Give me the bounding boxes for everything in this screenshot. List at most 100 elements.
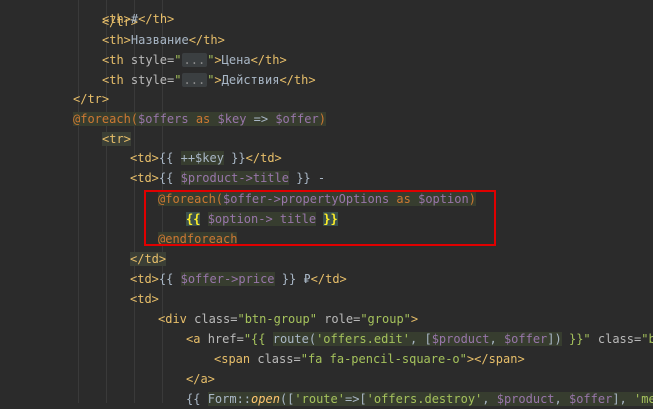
- code-token: Название: [130, 33, 189, 47]
- code-line[interactable]: <td>{{ ++$key }}</td>: [130, 148, 282, 168]
- code-token: <td>: [130, 171, 159, 185]
- code-token: "group": [360, 312, 411, 326]
- code-token: ([: [279, 392, 295, 406]
- code-token: $product: [496, 392, 555, 406]
- code-token: ): [318, 112, 326, 126]
- code-token: class=: [194, 312, 238, 326]
- code-token: </td>: [310, 272, 347, 286]
- code-line[interactable]: <th>#</th>: [102, 9, 174, 29]
- code-token: Form::: [207, 392, 252, 406]
- code-token: ₽: [296, 272, 311, 286]
- code-token: <td>: [130, 292, 159, 306]
- folded-code[interactable]: ...: [181, 53, 208, 67]
- code-token: <th: [102, 73, 131, 87]
- code-token: "{{: [243, 332, 273, 346]
- code-token: <th>: [102, 33, 131, 47]
- folded-code[interactable]: ...: [181, 73, 208, 87]
- code-editor[interactable]: </tr> <th>#</th> <th>Название</th> <th s…: [0, 0, 653, 406]
- code-token: <a: [186, 332, 208, 346]
- code-line[interactable]: </tr>: [73, 89, 109, 109]
- code-token: 'route': [294, 392, 345, 406]
- code-line[interactable]: <th style="... ">Действия</th>: [102, 70, 316, 90]
- code-line[interactable]: {{ Form::open(['route'=>['offers.destroy…: [186, 389, 653, 409]
- code-token: }}: [274, 272, 297, 286]
- code-token: }}": [561, 332, 591, 346]
- code-token: <th: [102, 53, 131, 67]
- code-token: class=: [257, 352, 301, 366]
- code-token: {{: [158, 151, 181, 165]
- code-line[interactable]: <td>{{ $offer->price }} ₽</td>: [130, 269, 347, 289]
- code-line[interactable]: <a href="{{ route('offers.edit', [$produ…: [186, 329, 653, 349]
- code-line[interactable]: <td>: [130, 289, 159, 309]
- code-line[interactable]: <td>{{ $product->title }} -: [130, 168, 325, 188]
- code-token: <tr>: [102, 132, 131, 146]
- code-token: $product->title: [180, 171, 289, 185]
- code-token: }}: [223, 151, 246, 165]
- code-token: >: [214, 53, 222, 67]
- code-line[interactable]: @foreach($offers as $key => $offer): [73, 109, 326, 129]
- code-token: class=: [590, 332, 642, 346]
- code-token: $offer->price: [180, 272, 275, 286]
- code-token: </td>: [130, 252, 167, 266]
- code-token: ,: [554, 392, 569, 406]
- code-token: 'meth: [634, 392, 653, 406]
- code-line[interactable]: <tr>: [102, 129, 131, 149]
- code-token: route(: [272, 332, 317, 346]
- code-token: <div: [158, 312, 195, 326]
- code-token: open: [251, 392, 280, 406]
- code-token: $offer: [503, 332, 548, 346]
- code-line[interactable]: <span class="fa fa-pencil-square-o"></sp…: [214, 349, 525, 369]
- code-token: style=: [130, 53, 175, 67]
- code-token: "btn: [641, 332, 653, 346]
- code-token: $key: [217, 112, 247, 126]
- code-token: </th>: [138, 12, 175, 26]
- code-token: ,: [489, 332, 504, 346]
- code-token: Цена: [221, 53, 251, 67]
- code-token: <span: [214, 352, 258, 366]
- code-line[interactable]: <div class="btn-group" role="group">: [158, 309, 418, 329]
- code-token: </th>: [188, 33, 225, 47]
- code-token: "btn-group": [237, 312, 317, 326]
- code-line[interactable]: </a>: [186, 369, 215, 389]
- code-line[interactable]: <th>Название</th>: [102, 30, 225, 50]
- code-token: >: [410, 312, 419, 326]
- code-token: =>[: [344, 392, 367, 406]
- code-token: $offer: [275, 112, 319, 126]
- code-token: Действия: [221, 73, 280, 87]
- code-token: -: [310, 171, 326, 185]
- code-token: $product: [431, 332, 490, 346]
- code-token: </a>: [186, 372, 215, 386]
- code-token: as: [188, 112, 218, 126]
- indent-guide: [78, 0, 79, 403]
- code-token: 'offers.edit': [316, 332, 410, 346]
- code-token: style=: [130, 73, 175, 87]
- code-token: href=: [207, 332, 244, 346]
- code-token: 'offers.destroy': [366, 392, 483, 406]
- code-token: $offers: [138, 112, 189, 126]
- code-token: =>: [246, 112, 276, 126]
- code-token: ": [174, 53, 182, 67]
- code-token: ++$key: [180, 151, 224, 165]
- code-token: , [: [410, 332, 432, 346]
- code-token: $offer: [568, 392, 613, 406]
- code-token: "fa fa-pencil-square-o": [300, 352, 467, 366]
- code-token: </td>: [245, 151, 282, 165]
- code-token: <th>: [102, 12, 131, 26]
- code-token: @foreach(: [73, 112, 139, 126]
- code-token: </th>: [279, 73, 316, 87]
- code-line[interactable]: </td>: [130, 249, 167, 269]
- code-token: {{: [186, 392, 208, 406]
- highlight-box: [144, 190, 496, 246]
- code-token: <td>: [130, 151, 159, 165]
- code-token: ]): [547, 332, 562, 346]
- code-line[interactable]: <th style="... ">Цена</th>: [102, 50, 287, 70]
- code-token: </th>: [250, 53, 287, 67]
- code-token: ],: [612, 392, 635, 406]
- code-token: >: [214, 73, 222, 87]
- code-token: }}: [288, 171, 311, 185]
- code-token: <td>: [130, 272, 159, 286]
- code-token: ": [174, 73, 182, 87]
- code-token: ,: [482, 392, 497, 406]
- code-token: </tr>: [73, 92, 110, 106]
- code-token: </span>: [474, 352, 525, 366]
